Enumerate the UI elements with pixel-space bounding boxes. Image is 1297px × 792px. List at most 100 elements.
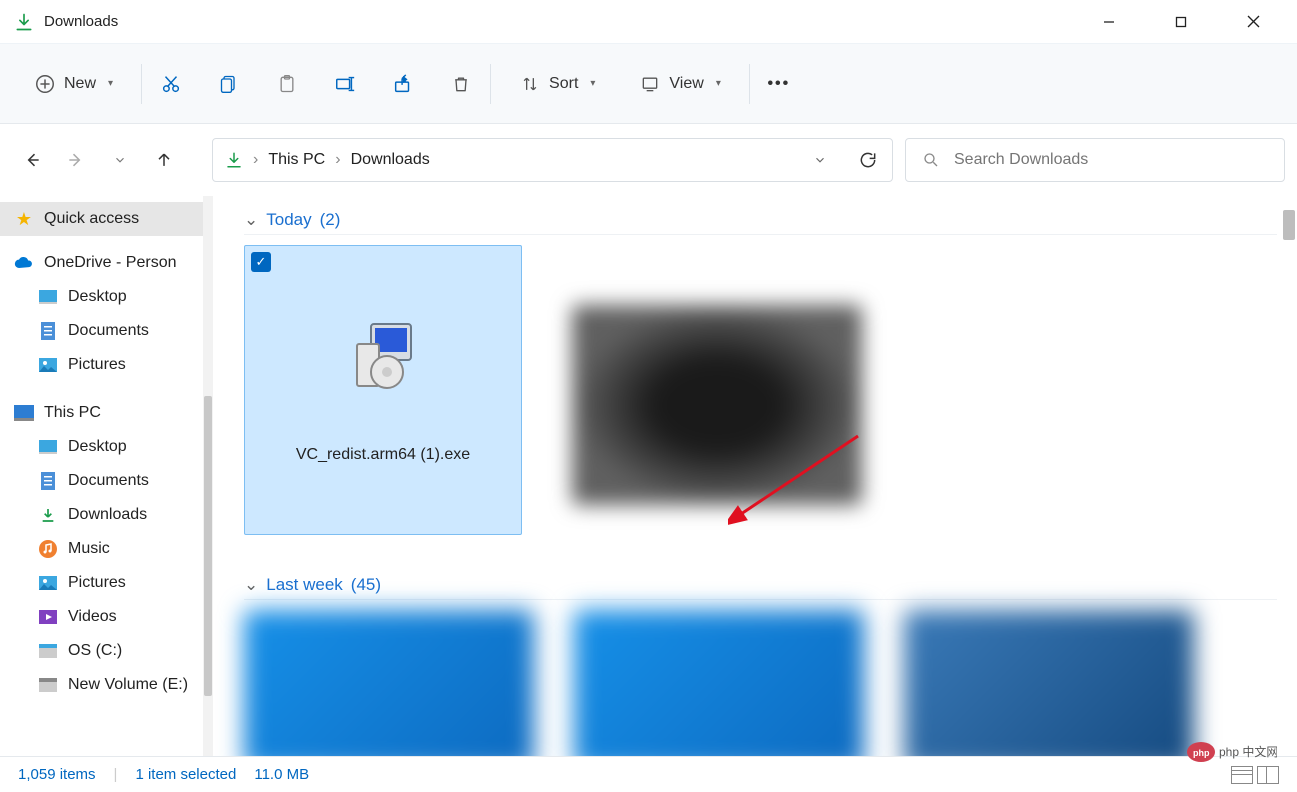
delete-icon[interactable] bbox=[450, 73, 472, 95]
file-item-blurred[interactable] bbox=[244, 610, 534, 756]
file-item-blurred[interactable] bbox=[904, 610, 1194, 756]
sidebar-item-quick-access[interactable]: ★ Quick access bbox=[0, 202, 208, 236]
minimize-button[interactable] bbox=[1087, 7, 1131, 37]
desktop-icon bbox=[38, 287, 58, 307]
address-dropdown[interactable] bbox=[808, 148, 832, 172]
breadcrumb-folder[interactable]: Downloads bbox=[351, 151, 430, 169]
file-item-selected[interactable]: ✓ VC_redist.arm64 (1).exe bbox=[244, 245, 522, 535]
separator: | bbox=[114, 766, 118, 783]
sidebar-item-label: Documents bbox=[68, 322, 149, 340]
sidebar-item-onedrive[interactable]: OneDrive - Person bbox=[0, 246, 208, 280]
sidebar-item-label: Downloads bbox=[68, 506, 147, 524]
sidebar-item-pc-desktop[interactable]: Desktop bbox=[0, 430, 208, 464]
watermark: phpphp 中文网 bbox=[1187, 740, 1277, 764]
sort-button[interactable]: Sort ▾ bbox=[509, 65, 605, 103]
checkbox-checked-icon[interactable]: ✓ bbox=[251, 252, 271, 272]
file-item-blurred[interactable] bbox=[574, 610, 864, 756]
sidebar-item-label: OneDrive - Person bbox=[44, 254, 177, 272]
file-name: VC_redist.arm64 (1).exe bbox=[245, 446, 521, 464]
sidebar-item-pc-os-c[interactable]: OS (C:) bbox=[0, 634, 208, 668]
view-icon bbox=[639, 73, 661, 95]
downloads-icon bbox=[38, 505, 58, 525]
status-bar: 1,059 items | 1 item selected 11.0 MB bbox=[0, 756, 1297, 792]
new-button[interactable]: New ▾ bbox=[24, 65, 123, 103]
sidebar-item-label: Quick access bbox=[44, 210, 139, 228]
copy-icon[interactable] bbox=[218, 73, 240, 95]
search-icon bbox=[922, 151, 940, 169]
sidebar-item-pc-downloads[interactable]: Downloads bbox=[0, 498, 208, 532]
sidebar-item-label: Desktop bbox=[68, 288, 127, 306]
close-button[interactable] bbox=[1231, 7, 1275, 37]
sidebar-item-pc-pictures[interactable]: Pictures bbox=[0, 566, 208, 600]
view-mode-toggle[interactable] bbox=[1231, 766, 1279, 784]
content-area: ⌄ Today (2) ✓ VC_redist.arm64 (1).exe bbox=[208, 196, 1297, 756]
maximize-button[interactable] bbox=[1159, 7, 1203, 37]
group-label: Today bbox=[266, 210, 311, 230]
window-controls bbox=[1087, 7, 1275, 37]
music-icon bbox=[38, 539, 58, 559]
new-label: New bbox=[64, 75, 96, 93]
share-icon[interactable] bbox=[392, 73, 414, 95]
pc-icon bbox=[14, 403, 34, 423]
svg-text:php: php bbox=[1193, 748, 1210, 758]
breadcrumb-root[interactable]: This PC bbox=[268, 151, 325, 169]
nav-row: › This PC › Downloads bbox=[0, 124, 1297, 196]
address-bar[interactable]: › This PC › Downloads bbox=[212, 138, 893, 182]
sidebar-item-label: Pictures bbox=[68, 356, 126, 374]
sidebar-item-label: Videos bbox=[68, 608, 117, 626]
document-icon bbox=[38, 471, 58, 491]
sidebar-item-pictures[interactable]: Pictures bbox=[0, 348, 208, 382]
sidebar-item-pc-volume-e[interactable]: New Volume (E:) bbox=[0, 668, 208, 702]
sidebar-item-pc-videos[interactable]: Videos bbox=[0, 600, 208, 634]
plus-circle-icon bbox=[34, 73, 56, 95]
group-count: (2) bbox=[320, 210, 341, 230]
search-box[interactable] bbox=[905, 138, 1285, 182]
pictures-icon bbox=[38, 355, 58, 375]
sidebar-item-desktop[interactable]: Desktop bbox=[0, 280, 208, 314]
chevron-right-icon: › bbox=[335, 151, 340, 169]
icons-view-icon[interactable] bbox=[1257, 766, 1279, 784]
separator bbox=[490, 64, 491, 104]
up-button[interactable] bbox=[152, 148, 176, 172]
back-button[interactable] bbox=[20, 148, 44, 172]
videos-icon bbox=[38, 607, 58, 627]
cut-icon[interactable] bbox=[160, 73, 182, 95]
sidebar-item-pc-music[interactable]: Music bbox=[0, 532, 208, 566]
sidebar-item-label: Documents bbox=[68, 472, 149, 490]
rename-icon[interactable] bbox=[334, 73, 356, 95]
group-today[interactable]: ⌄ Today (2) bbox=[244, 210, 1277, 235]
paste-icon[interactable] bbox=[276, 73, 298, 95]
pictures-icon bbox=[38, 573, 58, 593]
recent-button[interactable] bbox=[108, 148, 132, 172]
sidebar-item-label: New Volume (E:) bbox=[68, 676, 188, 694]
separator bbox=[141, 64, 142, 104]
group-lastweek[interactable]: ⌄ Last week (45) bbox=[244, 575, 1277, 600]
sidebar-item-this-pc[interactable]: This PC bbox=[0, 396, 208, 430]
toolbar: New ▾ Sort ▾ View ▾ ••• bbox=[0, 44, 1297, 124]
chevron-down-icon: ▾ bbox=[590, 78, 595, 89]
window-title: Downloads bbox=[44, 13, 1087, 30]
search-input[interactable] bbox=[954, 151, 1268, 169]
view-label: View bbox=[669, 75, 703, 93]
forward-button[interactable] bbox=[64, 148, 88, 172]
group-count: (45) bbox=[351, 575, 381, 595]
sidebar-item-label: Pictures bbox=[68, 574, 126, 592]
view-button[interactable]: View ▾ bbox=[629, 65, 730, 103]
sidebar-item-label: Music bbox=[68, 540, 110, 558]
file-item-blurred[interactable] bbox=[572, 305, 862, 505]
drive-icon bbox=[38, 675, 58, 695]
details-view-icon[interactable] bbox=[1231, 766, 1253, 784]
sidebar-item-pc-documents[interactable]: Documents bbox=[0, 464, 208, 498]
sidebar-item-documents[interactable]: Documents bbox=[0, 314, 208, 348]
chevron-down-icon: ⌄ bbox=[244, 210, 258, 230]
group-label: Last week bbox=[266, 575, 343, 595]
sidebar-item-label: OS (C:) bbox=[68, 642, 122, 660]
sidebar: ★ Quick access OneDrive - Person Desktop… bbox=[0, 196, 208, 756]
downloads-icon bbox=[225, 151, 243, 169]
installer-icon bbox=[245, 316, 521, 396]
titlebar: Downloads bbox=[0, 0, 1297, 44]
content-scrollbar[interactable] bbox=[1283, 210, 1295, 240]
downloads-icon bbox=[14, 12, 34, 32]
more-icon[interactable]: ••• bbox=[768, 73, 790, 95]
refresh-button[interactable] bbox=[856, 148, 880, 172]
